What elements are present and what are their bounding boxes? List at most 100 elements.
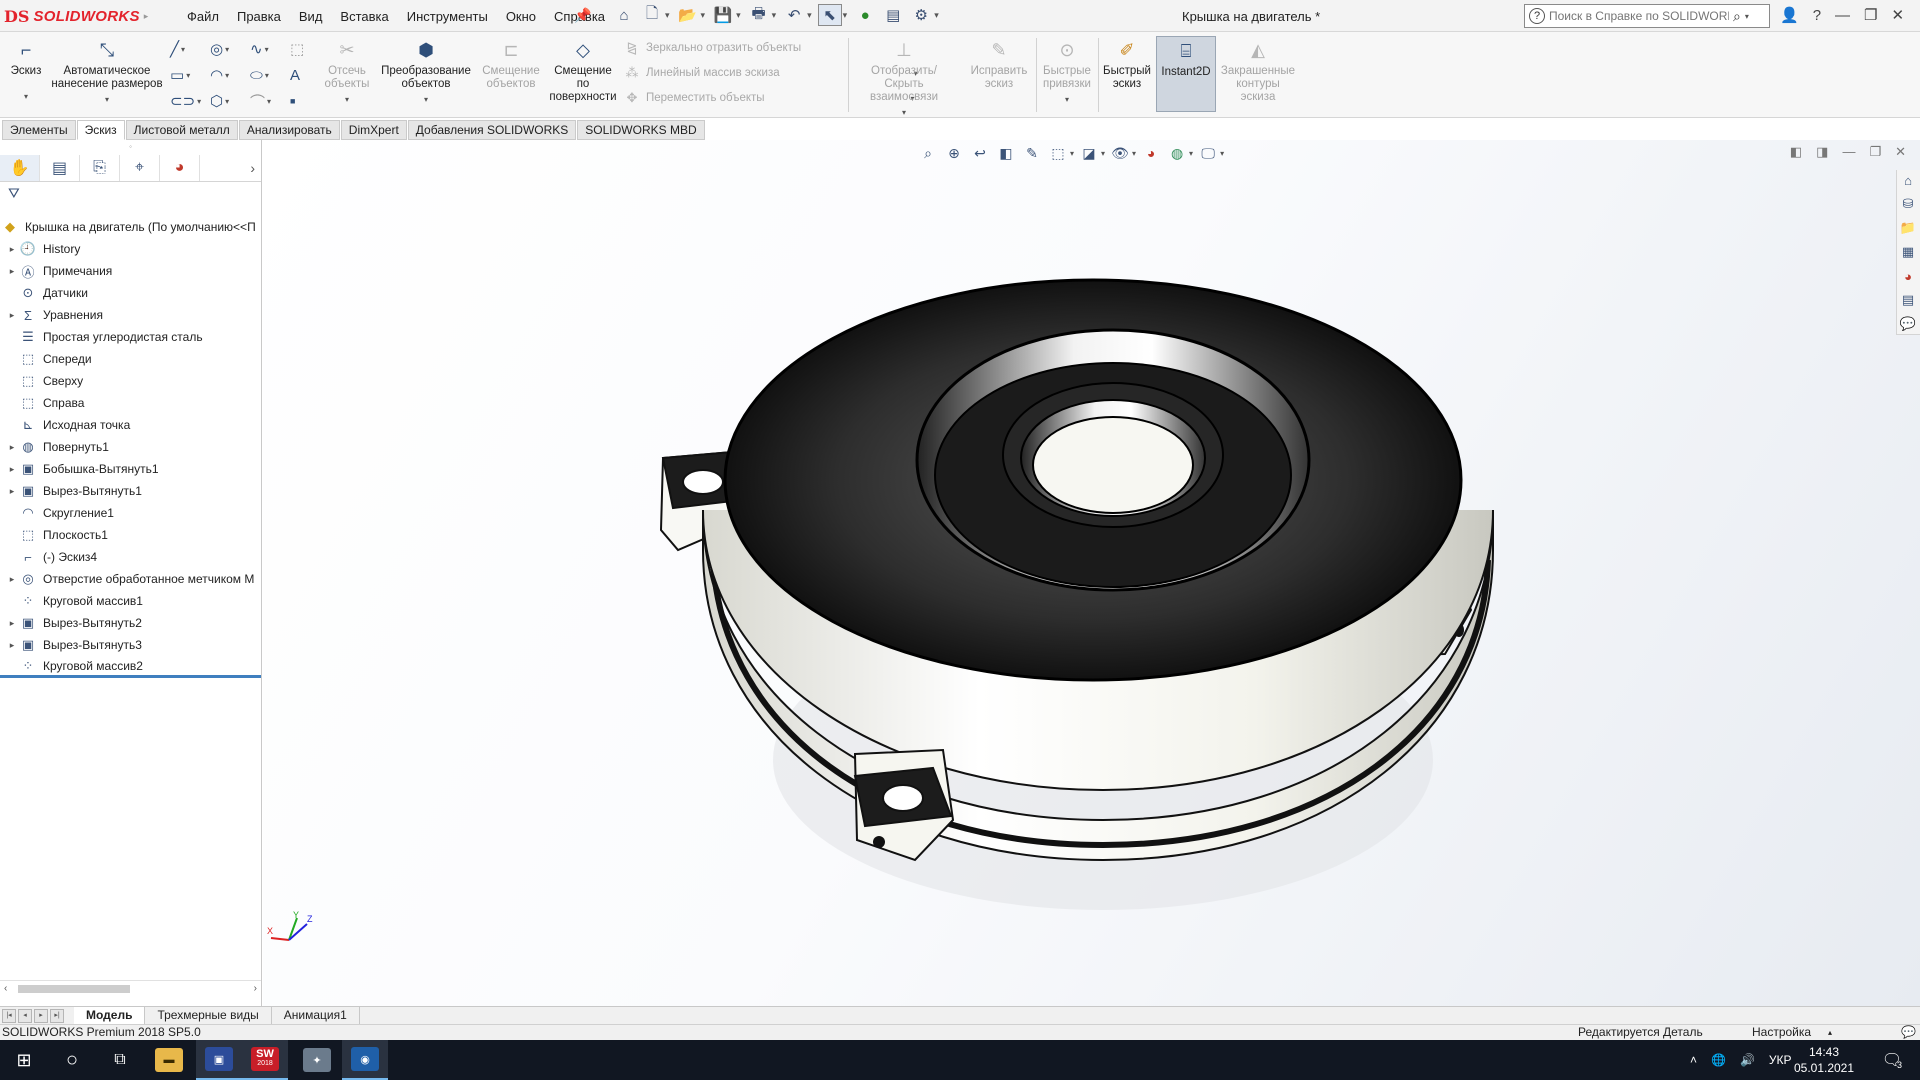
tree-item[interactable]: ⊙ Датчики bbox=[0, 282, 261, 304]
convert-entities-button[interactable]: ⬢ Преобразование объектов ▾ bbox=[376, 38, 476, 106]
help-search[interactable]: ? ⌕ ▾ bbox=[1524, 4, 1770, 28]
dynamic-annotation-icon[interactable]: ✎ bbox=[1021, 142, 1043, 164]
chevron-up-icon[interactable]: ˄ bbox=[1690, 1053, 1697, 1067]
tree-root-part[interactable]: ◆ Крышка на двигатель (По умолчанию<<П bbox=[0, 216, 261, 238]
first-tab-icon[interactable]: |◂ bbox=[2, 1008, 16, 1023]
close-icon[interactable]: ✕ bbox=[1891, 6, 1904, 24]
tab-animation[interactable]: Анимация1 bbox=[272, 1007, 360, 1024]
tree-item[interactable]: ⬚ Справа bbox=[0, 392, 261, 414]
tree-item[interactable]: ⬚ Плоскость1 bbox=[0, 524, 261, 546]
chevron-down-icon[interactable]: ▾ bbox=[807, 10, 812, 21]
minimize-icon[interactable]: — bbox=[1842, 144, 1855, 160]
menu-view[interactable]: Вид bbox=[290, 7, 332, 26]
print-icon[interactable]: 🖶 bbox=[747, 4, 771, 26]
taskbar-app-4[interactable]: ✦ bbox=[294, 1040, 340, 1080]
offset-surface-button[interactable]: ◇ Смещение по поверхности bbox=[548, 38, 618, 104]
view-palette-icon[interactable]: ▦ bbox=[1897, 242, 1919, 262]
polygon-tool[interactable]: ⬡ ▾ bbox=[210, 90, 250, 112]
tree-item[interactable]: ▸ Ⓐ Примечания bbox=[0, 260, 261, 282]
chevron-right-icon[interactable]: › bbox=[250, 160, 255, 176]
line-tool[interactable]: ╱ ▾ bbox=[170, 38, 210, 60]
collapse-left-icon[interactable]: ◧ bbox=[1790, 144, 1802, 160]
chevron-down-icon[interactable]: ▾ bbox=[1745, 12, 1749, 21]
menu-file[interactable]: Файл bbox=[178, 7, 228, 26]
restore-icon[interactable]: ❐ bbox=[1864, 6, 1877, 24]
quick-snaps-button[interactable]: ⊙ Быстрые привязки ▾ bbox=[1040, 38, 1094, 106]
tree-item[interactable]: ▸ ◎ Отверстие обработанное метчиком М bbox=[0, 568, 261, 590]
display-relations-button[interactable]: ⊥ Отобразить/Скрыть взаимосвязи ▾ bbox=[852, 38, 956, 119]
panel-grip[interactable]: ◦ bbox=[0, 140, 261, 154]
expand-arrow-icon[interactable]: ▸ bbox=[6, 310, 18, 321]
graphics-area[interactable]: ⌕ ⊕ ↩ ◧ ✎ ⬚ ▾ ◪ ▾ 👁 ▾ ◕ ◍ ▾ 🖵 ▾ ◧ ◨ — ❐ ✕ ⌂ ⛁… bbox=[263, 140, 1920, 1006]
instant2d-button[interactable]: ⌸ Instant2D bbox=[1156, 36, 1216, 112]
new-document-icon[interactable]: 🗋 bbox=[640, 4, 664, 26]
tab-evaluate[interactable]: Анализировать bbox=[238, 120, 340, 140]
help-icon[interactable]: ? bbox=[1813, 7, 1821, 24]
task-view-icon[interactable]: ⧉ bbox=[96, 1040, 144, 1080]
appearances-icon[interactable]: ◕ bbox=[1897, 266, 1919, 286]
menu-insert[interactable]: Вставка bbox=[331, 7, 397, 26]
prev-tab-icon[interactable]: ◂ bbox=[18, 1008, 32, 1023]
chevron-right-icon[interactable]: › bbox=[254, 983, 257, 994]
shaded-contours-button[interactable]: ◭ Закрашенные контуры эскиза bbox=[1220, 38, 1296, 104]
chevron-up-icon[interactable]: ▴ bbox=[1828, 1025, 1832, 1040]
notifications-icon[interactable]: 🗨 3 bbox=[1872, 1040, 1912, 1080]
expand-arrow-icon[interactable]: ▸ bbox=[6, 266, 18, 277]
chevron-down-icon[interactable]: ▾ bbox=[1189, 149, 1193, 158]
search-icon[interactable]: ⌕ bbox=[1733, 8, 1741, 25]
fillet-sketch-tool[interactable]: ⌒ ▾ bbox=[250, 90, 290, 112]
tree-item[interactable]: ◠ Скругление1 bbox=[0, 502, 261, 524]
spline-tool[interactable]: ∿ ▾ bbox=[250, 38, 290, 60]
open-icon[interactable]: 📂 bbox=[676, 4, 700, 26]
tab-3d-views[interactable]: Трехмерные виды bbox=[145, 1007, 272, 1024]
scrollbar-thumb[interactable] bbox=[18, 985, 130, 993]
tree-item[interactable]: ⊾ Исходная точка bbox=[0, 414, 261, 436]
circle-tool[interactable]: ◎ ▾ bbox=[210, 38, 250, 60]
taskbar-app-2[interactable]: ▣ bbox=[196, 1040, 242, 1080]
display-style-icon[interactable]: ◪ bbox=[1078, 142, 1100, 164]
save-icon[interactable]: 💾 bbox=[711, 4, 735, 26]
edit-appearance-icon[interactable]: ◕ bbox=[1140, 142, 1162, 164]
tree-item[interactable]: ▸ ▣ Бобышка-Вытянуть1 bbox=[0, 458, 261, 480]
sketch-button[interactable]: ⌐ Эскиз ▾ bbox=[8, 38, 44, 103]
customize-button[interactable]: Настройка bbox=[1752, 1025, 1811, 1040]
windows-start-icon[interactable]: ⊞ bbox=[0, 1040, 48, 1080]
chevron-down-icon[interactable]: ▾ bbox=[1070, 149, 1074, 158]
solidworks-logo[interactable]: DS SOLIDWORKS ▸ bbox=[4, 3, 154, 29]
feature-tree-tab-icon[interactable]: ✋ bbox=[0, 154, 40, 181]
rapid-sketch-button[interactable]: ✐ Быстрый эскиз bbox=[1102, 38, 1152, 91]
configuration-manager-tab-icon[interactable]: ⎘ bbox=[80, 154, 120, 181]
home-icon[interactable]: ⌂ bbox=[612, 4, 636, 26]
tree-item[interactable]: ▸ ▣ Вырез-Вытянуть1 bbox=[0, 480, 261, 502]
tab-sketch[interactable]: Эскиз bbox=[76, 120, 125, 140]
menu-edit[interactable]: Правка bbox=[228, 7, 290, 26]
ellipse-tool[interactable]: ⬭ ▾ bbox=[250, 64, 290, 86]
smart-dimension-button[interactable]: ⤡ Автоматическое нанесение размеров ▾ bbox=[48, 38, 166, 106]
chevron-left-icon[interactable]: ‹ bbox=[4, 983, 7, 994]
offset-entities-button[interactable]: ⊏ Смещение объектов bbox=[478, 38, 544, 91]
undo-icon[interactable]: ↶ bbox=[782, 4, 806, 26]
chevron-down-icon[interactable]: ▾ bbox=[736, 10, 741, 21]
volume-icon[interactable]: 🔊 bbox=[1740, 1053, 1755, 1067]
rebuild-icon[interactable]: ● bbox=[853, 4, 877, 26]
previous-view-icon[interactable]: ↩ bbox=[969, 142, 991, 164]
trim-button[interactable]: ✂ Отсечь объекты ▾ bbox=[322, 38, 372, 106]
chevron-down-icon[interactable]: ▾ bbox=[1101, 149, 1105, 158]
file-explorer-icon[interactable]: 📁 bbox=[1897, 218, 1919, 238]
motor-cover-3d-model[interactable] bbox=[633, 260, 1573, 960]
restore-icon[interactable]: ❐ bbox=[1869, 144, 1881, 160]
zoom-to-area-icon[interactable]: ⊕ bbox=[943, 142, 965, 164]
tree-item[interactable]: ▸ 🕘 History bbox=[0, 238, 261, 260]
chevron-down-icon[interactable]: ▾ bbox=[934, 10, 939, 21]
tree-item[interactable]: ⌐ (-) Эскиз4 bbox=[0, 546, 261, 568]
solidworks-resources-icon[interactable]: ⌂ bbox=[1897, 170, 1919, 190]
close-icon[interactable]: ✕ bbox=[1895, 144, 1906, 160]
search-circle-icon[interactable]: ○ bbox=[48, 1040, 96, 1080]
tab-mbd[interactable]: SOLIDWORKS MBD bbox=[577, 120, 705, 140]
view-orientation-icon[interactable]: ⬚ bbox=[1047, 142, 1069, 164]
chat-icon[interactable]: 💬 bbox=[1901, 1025, 1916, 1040]
taskbar-file-explorer[interactable]: ▬ bbox=[146, 1040, 192, 1080]
chevron-down-icon[interactable]: ▾ bbox=[701, 10, 706, 21]
tab-sheet-metal[interactable]: Листовой металл bbox=[125, 120, 238, 140]
tree-item[interactable]: ⁘ Круговой массив1 bbox=[0, 590, 261, 612]
